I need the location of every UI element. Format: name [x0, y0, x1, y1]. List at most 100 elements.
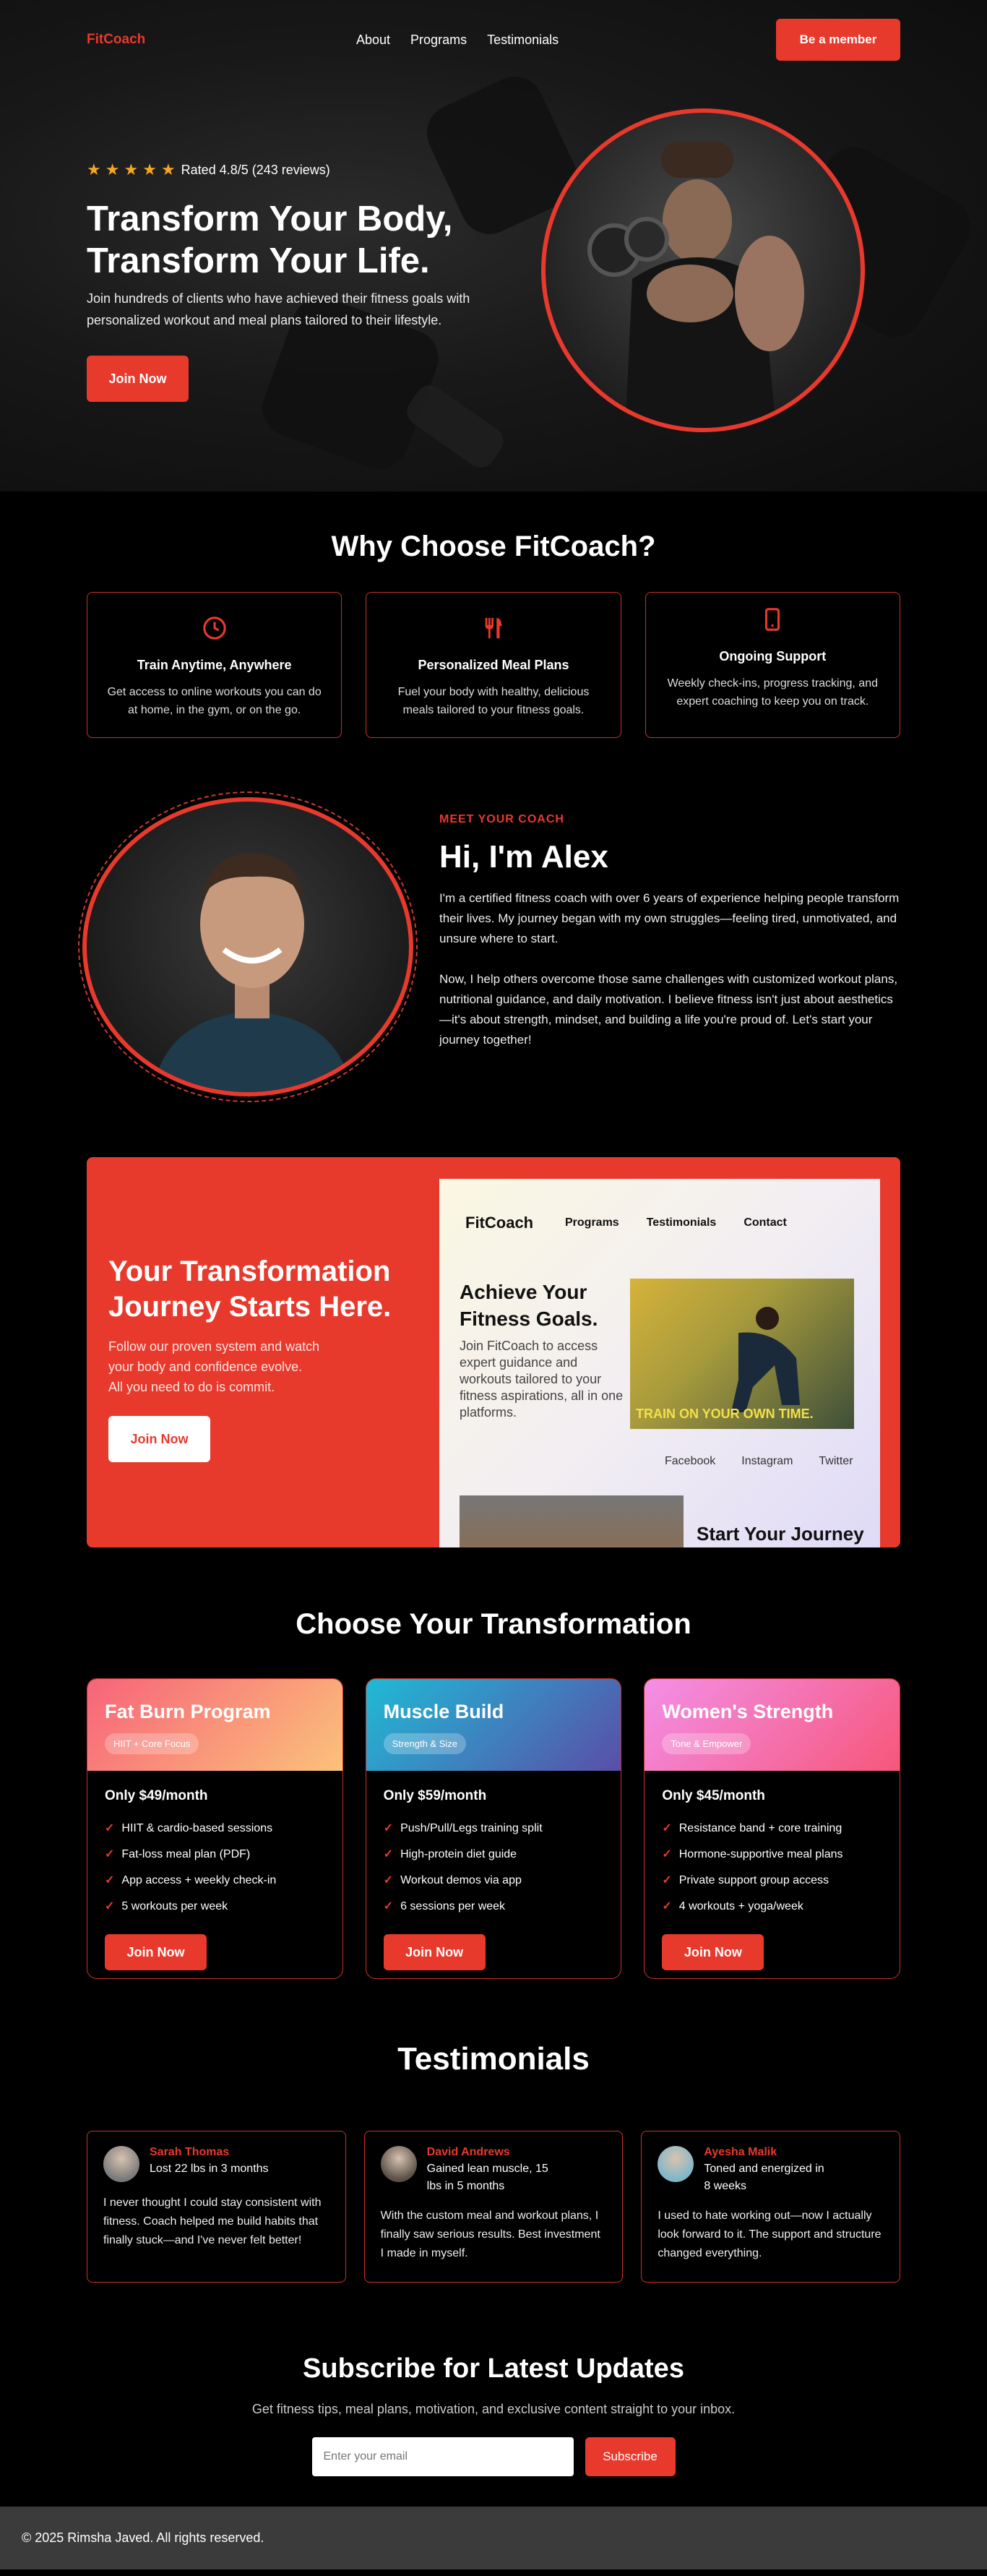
plan-features: ✓ HIIT & cardio-based sessions ✓ Fat-loss … — [105, 1816, 325, 1920]
mock-brand: FitCoach — [465, 1214, 534, 1232]
rating-text: Rated 4.8/5 (243 reviews) — [181, 162, 330, 177]
plan-features: ✓ Resistance band + core training ✓ Hormon… — [662, 1816, 882, 1920]
mock-social-link: Facebook — [665, 1455, 716, 1467]
plan-feature-text: Resistance band + core training — [678, 1822, 842, 1834]
clock-icon — [87, 616, 341, 645]
testimonial-cards: Sarah Thomas Lost 22 lbs in 3 months I n… — [87, 2131, 901, 2283]
check-icon: ✓ — [662, 1900, 672, 1912]
plan-feature-text: High-protein diet guide — [400, 1848, 517, 1860]
plan-join-button[interactable]: Join Now — [383, 1934, 486, 1970]
website-preview-mockup: FitCoach Programs Testimonials Contact A… — [439, 1179, 880, 1547]
plan-price: Only $49/month — [105, 1788, 208, 1803]
coach-photo — [82, 797, 413, 1096]
athlete-illustration — [587, 142, 804, 428]
mock-social-link: Instagram — [741, 1455, 793, 1467]
why-card-title: Ongoing Support — [719, 649, 827, 664]
plan-join-button[interactable]: Join Now — [662, 1934, 764, 1970]
star-icon: ★ — [87, 160, 101, 179]
testimonial-header: Ayesha Malik Toned and energized in 8 we… — [658, 2146, 884, 2195]
plan-feature: ✓ 5 workouts per week — [105, 1894, 325, 1920]
why-cards: Train Anytime, Anywhere Get access to on… — [87, 592, 900, 738]
testimonial-card: Sarah Thomas Lost 22 lbs in 3 months I n… — [87, 2131, 346, 2283]
hero-title-line2: Transform Your Life. — [87, 241, 430, 280]
coach-title: Hi, I'm Alex — [439, 839, 608, 875]
plan-feature: ✓ Resistance band + core training — [662, 1816, 882, 1842]
subscribe-section: Subscribe for Latest Updates Get fitness… — [87, 2353, 900, 2476]
star-icon: ★ — [160, 160, 176, 179]
plan-body: Only $49/month ✓ HIIT & cardio-based sess… — [87, 1771, 342, 1970]
subscribe-button[interactable]: Subscribe — [585, 2437, 676, 2476]
top-nav: FitCoach About Programs Testimonials Be … — [87, 19, 900, 61]
plan-feature: ✓ HIIT & cardio-based sessions — [105, 1816, 325, 1842]
plan-badge: HIIT + Core Focus — [105, 1733, 199, 1754]
plan-price: Only $45/month — [662, 1788, 765, 1803]
brand-logo[interactable]: FitCoach — [87, 32, 145, 48]
testimonial-result: Lost 22 lbs in 3 months — [150, 2163, 269, 2175]
mock-link: Contact — [744, 1216, 787, 1229]
why-card: Personalized Meal Plans Fuel your body w… — [366, 592, 621, 738]
mobile-icon — [646, 607, 900, 636]
cta-content: Your Transformation Journey Starts Here.… — [108, 1254, 419, 1462]
plan-feature: ✓ App access + weekly check-in — [105, 1868, 325, 1894]
plan-price: Only $59/month — [383, 1788, 487, 1803]
avatar — [658, 2146, 694, 2182]
why-card: Ongoing Support Weekly check-ins, progre… — [645, 592, 900, 738]
nav-link-about[interactable]: About — [356, 33, 390, 48]
cta-text-line1: Follow our proven system and watch — [108, 1339, 320, 1354]
mock-start-heading: Start Your Journey — [697, 1523, 864, 1545]
mock-link: Programs — [565, 1216, 619, 1229]
why-title: Why Choose FitCoach? — [331, 531, 656, 562]
hero-title-line1: Transform Your Body, — [87, 199, 453, 239]
plan-badge: Strength & Size — [383, 1733, 466, 1754]
plan-feature-text: HIIT & cardio-based sessions — [121, 1822, 273, 1834]
why-card-text: Weekly check-ins, progress tracking, and… — [667, 677, 878, 708]
cta-text-line2: your body and confidence evolve. — [108, 1360, 303, 1374]
subscribe-form: Subscribe — [87, 2437, 900, 2476]
hero-join-button[interactable]: Join Now — [87, 356, 189, 402]
testimonial-quote: I never thought I could stay consistent … — [103, 2197, 322, 2246]
plan-join-button[interactable]: Join Now — [105, 1934, 207, 1970]
plan-feature-text: Push/Pull/Legs training split — [400, 1822, 543, 1834]
star-icon: ★ — [124, 160, 139, 179]
check-icon: ✓ — [662, 1848, 672, 1860]
testimonial-header: David Andrews Gained lean muscle, 15 lbs… — [380, 2146, 607, 2195]
testimonial-quote: I used to hate working out—now I actuall… — [658, 2210, 882, 2259]
plan-feature: ✓ Hormone-supportive meal plans — [662, 1842, 882, 1868]
mock-heading: Achieve Your Fitness Goals. — [460, 1281, 598, 1330]
testimonial-card: Ayesha Malik Toned and energized in 8 we… — [641, 2131, 901, 2283]
nav-link-programs[interactable]: Programs — [410, 33, 467, 48]
plan-feature: ✓ Private support group access — [662, 1868, 882, 1894]
why-card-text: Fuel your body with healthy, delicious m… — [397, 686, 590, 716]
testimonial-name: Ayesha Malik — [704, 2146, 777, 2158]
email-input[interactable] — [311, 2437, 574, 2476]
testimonial-name: David Andrews — [426, 2146, 510, 2158]
be-member-button[interactable]: Be a member — [776, 19, 900, 61]
subscribe-text: Get fitness tips, meal plans, motivation… — [251, 2402, 736, 2416]
avatar — [380, 2146, 417, 2182]
testimonial-result: Toned and energized in 8 weeks — [704, 2163, 824, 2192]
why-card-title: Personalized Meal Plans — [418, 658, 569, 672]
plan-feature-text: 5 workouts per week — [121, 1900, 228, 1912]
plan-feature-text: Private support group access — [678, 1874, 829, 1886]
plan-card: Women's Strength Tone & Empower Only $45… — [644, 1678, 901, 1979]
check-icon: ✓ — [105, 1900, 115, 1912]
nav-link-testimonials[interactable]: Testimonials — [487, 33, 559, 48]
check-icon: ✓ — [105, 1822, 115, 1834]
cta-banner: Your Transformation Journey Starts Here.… — [87, 1157, 900, 1547]
testimonial-result: Gained lean muscle, 15 lbs in 5 months — [426, 2163, 548, 2192]
utensils-icon — [366, 616, 620, 645]
plan-feature-text: 6 sessions per week — [400, 1900, 506, 1912]
plan-feature: ✓ Workout demos via app — [384, 1868, 604, 1894]
testimonial-header: Sarah Thomas Lost 22 lbs in 3 months — [103, 2146, 329, 2182]
hero-section: FitCoach About Programs Testimonials Be … — [0, 0, 987, 491]
mock-links: Programs Testimonials Contact — [565, 1216, 787, 1229]
cta-join-button[interactable]: Join Now — [108, 1416, 210, 1462]
plans-section: Choose Your Transformation Fat Burn Prog… — [87, 1608, 901, 1979]
hero-content: ★ ★ ★ ★ ★ Rated 4.8/5 (243 reviews) Tran… — [87, 160, 491, 402]
coach-bio: MEET YOUR COACH Hi, I'm Alex I'm a certi… — [439, 813, 902, 1050]
check-icon: ✓ — [662, 1822, 672, 1834]
plan-feature-text: Hormone-supportive meal plans — [678, 1848, 843, 1860]
testimonial-name: Sarah Thomas — [150, 2146, 230, 2158]
plan-feature-text: Fat-loss meal plan (PDF) — [121, 1848, 251, 1860]
coach-section: MEET YOUR COACH Hi, I'm Alex I'm a certi… — [78, 791, 902, 1102]
